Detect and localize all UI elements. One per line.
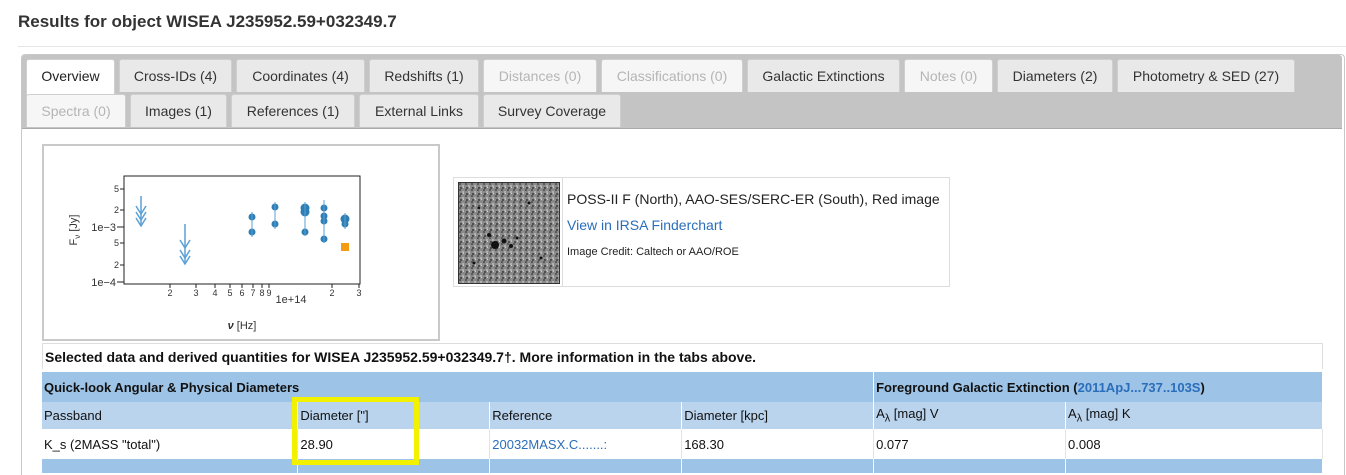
- tab-references[interactable]: References (1): [231, 94, 355, 127]
- table-row: K_s (2MASS "total") 28.90 20032MASX.C...…: [42, 429, 1323, 459]
- extinction-suffix: ): [1200, 379, 1205, 395]
- tab-notes: Notes (0): [904, 59, 993, 92]
- data-points: [248, 203, 350, 243]
- page-title: Results for object WISEA J235952.59+0323…: [18, 12, 397, 31]
- column-header-a-k: Aλ [mag] K: [1065, 402, 1323, 429]
- tab-survey-coverage[interactable]: Survey Coverage: [483, 94, 621, 127]
- column-header-passband: Passband: [42, 402, 299, 429]
- upper-limits: [135, 196, 191, 266]
- x-offset-label: 1e+14: [276, 294, 307, 306]
- extinction-prefix: Foreground Galactic Extinction (: [876, 379, 1078, 395]
- tab-spectra: Spectra (0): [26, 94, 126, 127]
- column-header-reference: Reference: [489, 402, 683, 429]
- x-tick-label: 9: [266, 288, 271, 298]
- x-tick-label: 6: [239, 288, 244, 298]
- cell-diameter-kpc: 168.30: [681, 429, 875, 459]
- error-bars: [251, 200, 346, 243]
- y-tick-label: 2: [114, 260, 119, 270]
- x-tick-label: 3: [356, 288, 361, 298]
- extinction-section-title: Foreground Galactic Extinction (2011ApJ.…: [873, 372, 1323, 402]
- image-divider: [562, 178, 563, 286]
- tab-coordinates[interactable]: Coordinates (4): [236, 59, 365, 92]
- table-row-partial: [42, 459, 1323, 473]
- cell-passband: K_s (2MASS "total"): [42, 429, 299, 459]
- x-tick-label: 8: [259, 288, 264, 298]
- x-tick-label: 3: [193, 288, 198, 298]
- y-tick-label: 1e−4: [91, 277, 116, 289]
- cell-a-k: 0.008: [1065, 429, 1323, 459]
- sky-image-thumbnail[interactable]: [458, 182, 560, 284]
- y-axis-unit: [Jy]: [68, 215, 80, 235]
- irsa-finderchart-link[interactable]: View in IRSA Finderchart: [567, 217, 722, 233]
- a-k-unit: [mag] K: [1082, 406, 1131, 422]
- tab-cross-ids[interactable]: Cross-IDs (4): [119, 59, 232, 92]
- a-symbol: A: [1068, 406, 1077, 422]
- image-panel: POSS-II F (North), AAO-SES/SERC-ER (Sout…: [453, 177, 950, 287]
- sed-plot[interactable]: 5 2 1e−3 5 2 1e−4 2 3 4 5 6 7 8 9 2 3 1e…: [42, 144, 440, 341]
- plot-frame: [123, 175, 361, 285]
- extinction-reference-link[interactable]: 2011ApJ...737..103S: [1078, 380, 1201, 395]
- column-header-diameter-arcsec: Diameter ["]: [297, 402, 491, 429]
- tab-distances: Distances (0): [483, 59, 597, 92]
- column-header-diameter-kpc: Diameter [kpc]: [681, 402, 875, 429]
- tab-images[interactable]: Images (1): [130, 94, 227, 127]
- tab-diameters[interactable]: Diameters (2): [997, 59, 1113, 92]
- image-credit: Image Credit: Caltech or AAO/ROE: [567, 246, 739, 258]
- cell-a-v: 0.077: [873, 429, 1067, 459]
- tab-overview[interactable]: Overview: [26, 59, 115, 95]
- y-tick-label: 5: [114, 184, 119, 194]
- x-tick-label: 5: [227, 288, 232, 298]
- tab-classifications: Classifications (0): [601, 59, 743, 92]
- tab-photometry-sed[interactable]: Photometry & SED (27): [1117, 59, 1295, 92]
- x-tick-label: 7: [250, 288, 255, 298]
- tab-external-links[interactable]: External Links: [359, 94, 479, 127]
- column-header-a-v: Aλ [mag] V: [873, 402, 1067, 429]
- y-axis-label: Fν [Jy]: [68, 215, 82, 246]
- highlight-point: [341, 243, 349, 251]
- x-axis-unit: [Hz]: [234, 320, 257, 332]
- x-tick-label: 2: [167, 288, 172, 298]
- x-tick-label: 2: [329, 288, 334, 298]
- image-caption: POSS-II F (North), AAO-SES/SERC-ER (Sout…: [567, 191, 940, 207]
- x-tick-label: 4: [212, 288, 217, 298]
- y-tick-label: 1e−3: [91, 222, 116, 234]
- selected-data-heading: Selected data and derived quantities for…: [42, 343, 1323, 369]
- diameters-table: Quick-look Angular & Physical Diameters …: [42, 372, 1323, 473]
- a-v-unit: [mag] V: [890, 406, 939, 422]
- tab-redshifts[interactable]: Redshifts (1): [369, 59, 479, 92]
- tab-bar: Overview Cross-IDs (4) Coordinates (4) R…: [22, 55, 1342, 129]
- title-divider: [18, 46, 1346, 47]
- tab-galactic-extinctions[interactable]: Galactic Extinctions: [747, 59, 900, 92]
- cell-diameter-arcsec: 28.90: [297, 429, 491, 459]
- y-tick-label: 5: [114, 238, 119, 248]
- diameters-section-title: Quick-look Angular & Physical Diameters: [42, 372, 875, 402]
- cell-reference-link[interactable]: 20032MASX.C.......:: [489, 429, 683, 459]
- y-tick-label: 2: [114, 205, 119, 215]
- a-symbol: A: [876, 406, 885, 422]
- x-axis-label: ν [Hz]: [228, 320, 257, 332]
